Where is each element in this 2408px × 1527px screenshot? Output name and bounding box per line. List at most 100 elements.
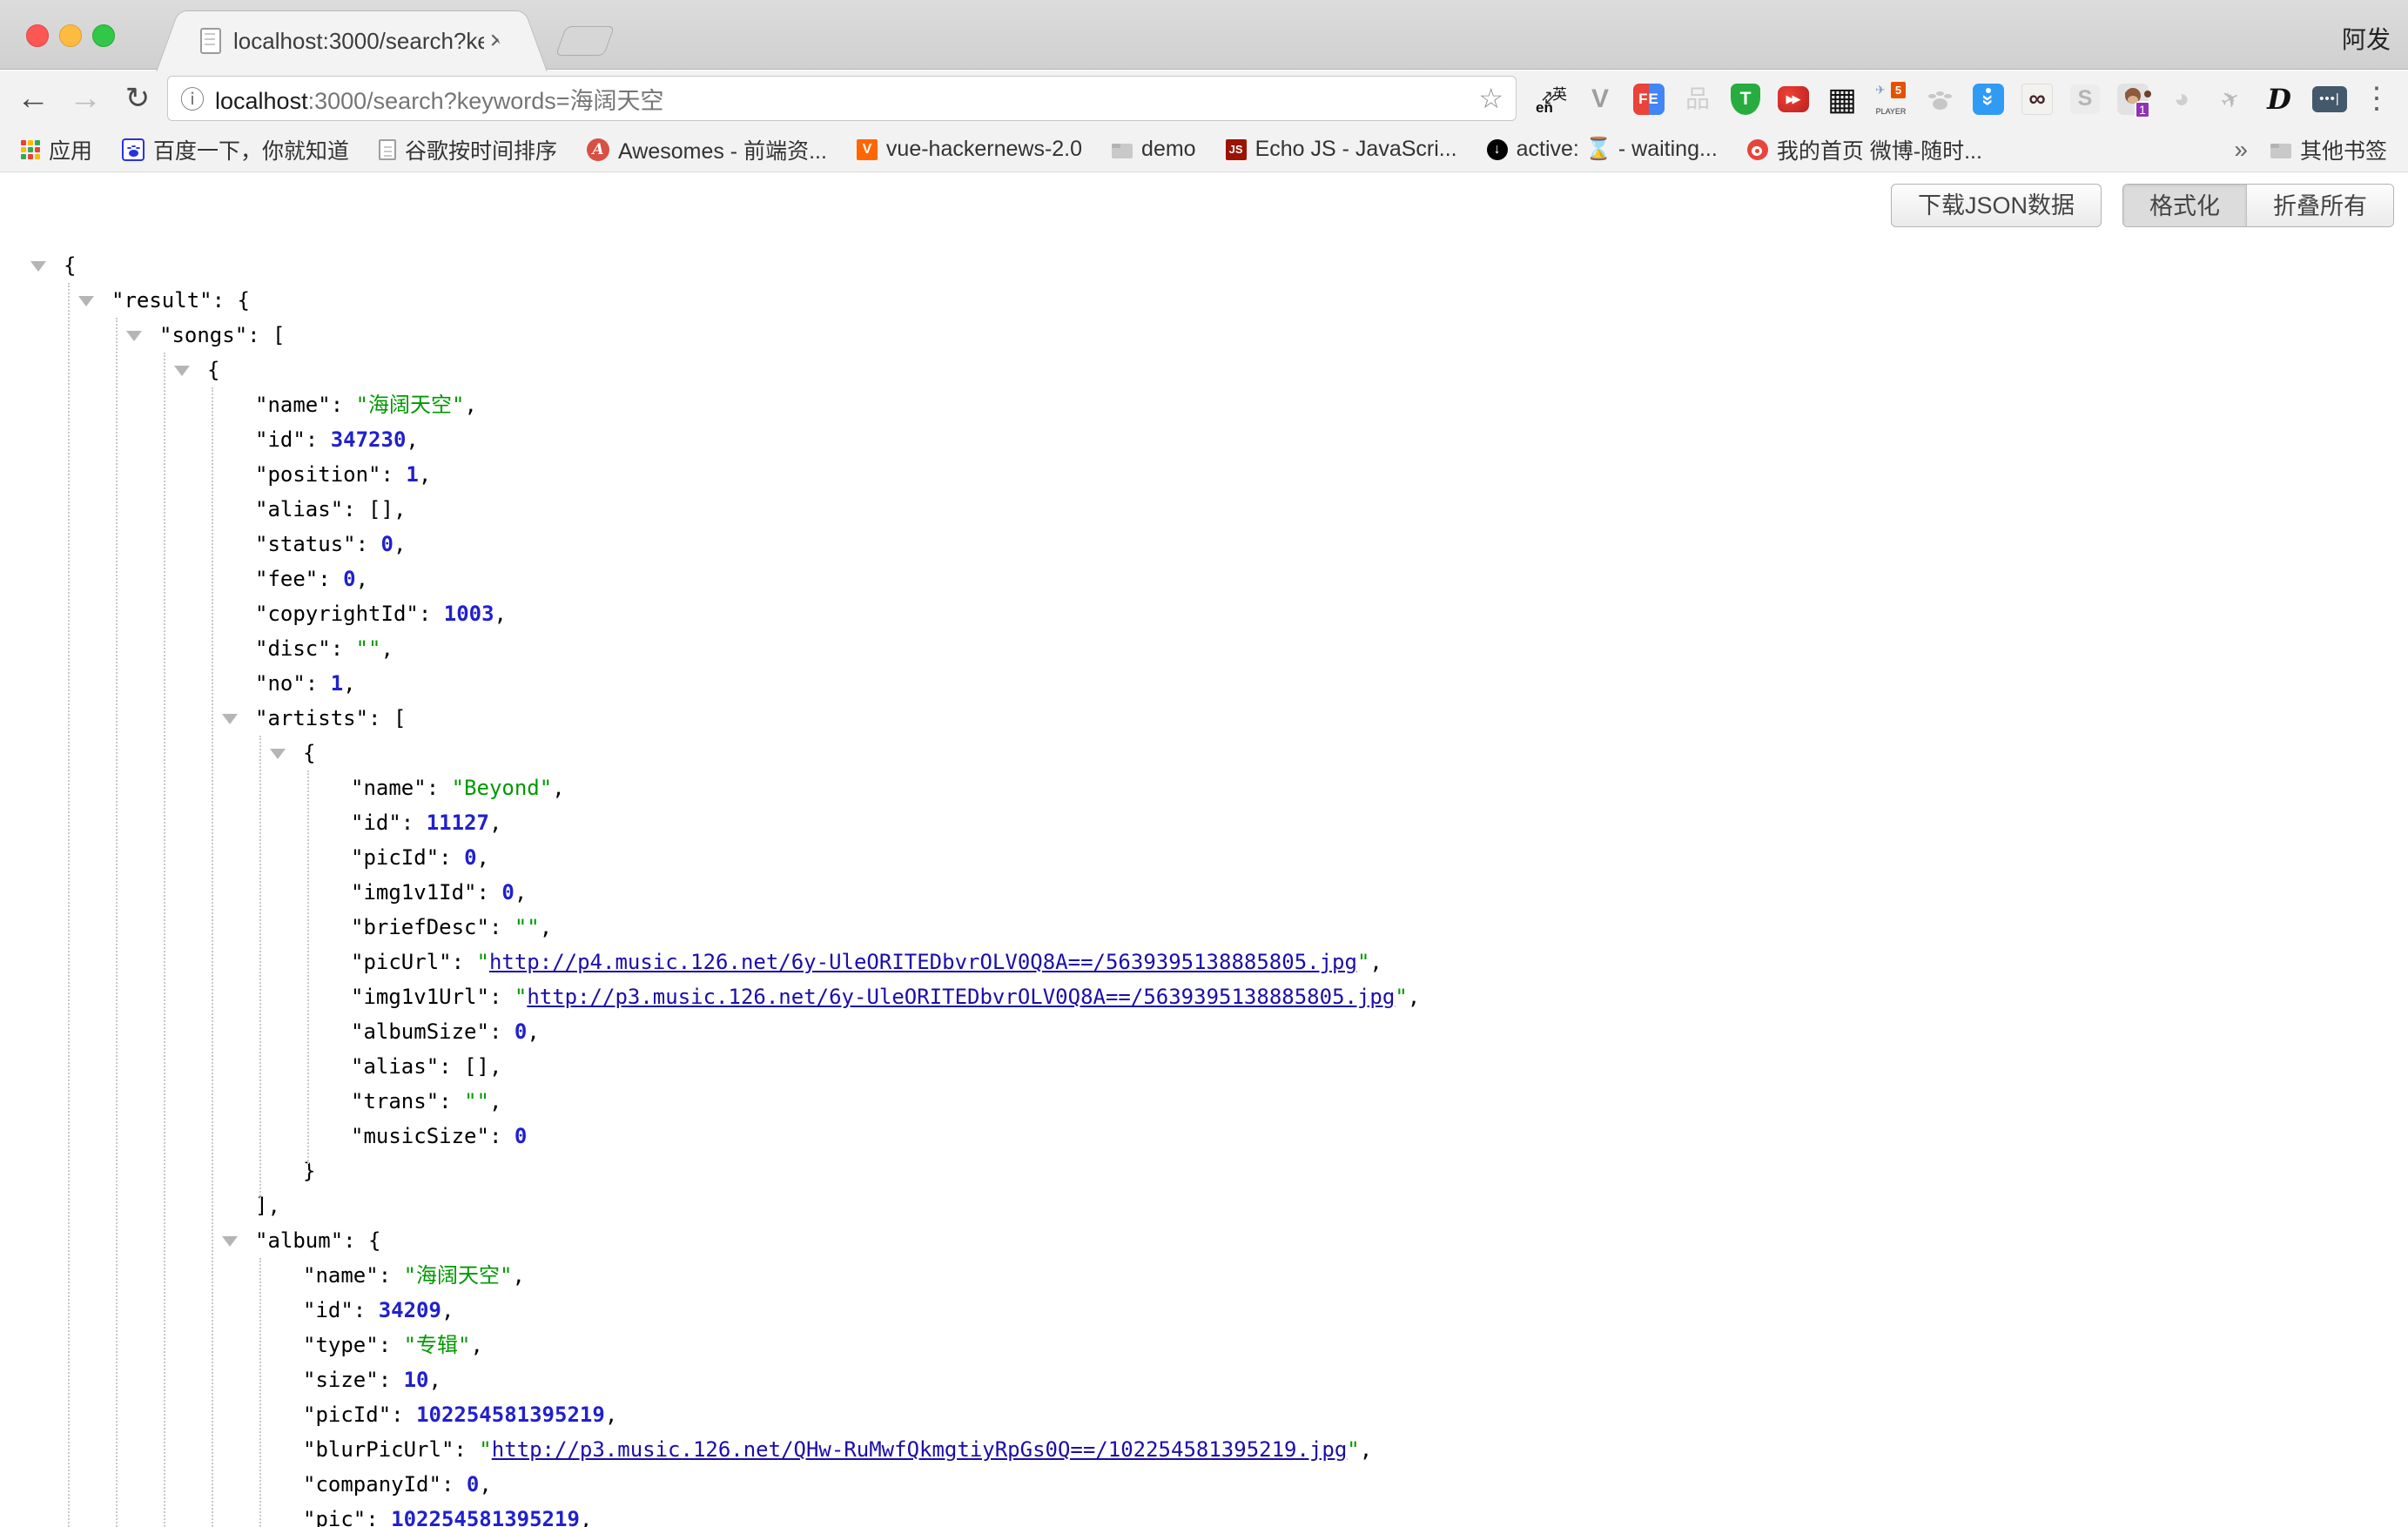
json-line: "musicSize": 0 (0, 1119, 2408, 1154)
reload-button-icon[interactable]: ↻ (115, 76, 160, 121)
vue-devtools-extension-icon-glyph: V (1591, 86, 1609, 112)
collapse-triangle-icon[interactable] (222, 1236, 238, 1247)
json-token: "" (464, 1089, 489, 1113)
json-line: "size": 10, (0, 1362, 2408, 1397)
shield-t-extension-icon[interactable]: T (1731, 84, 1760, 115)
browser-menu-icon[interactable]: ⋮ (2358, 76, 2396, 121)
bookmark-demo[interactable]: demo (1112, 137, 1196, 162)
json-token: "pic" (303, 1507, 366, 1527)
bookmark-active[interactable]: ↓active: ⌛ - waiting... (1487, 137, 1718, 162)
d-extension-icon[interactable]: D (2263, 82, 2295, 117)
paw-extension-icon[interactable] (1924, 82, 1955, 117)
json-token: " (515, 985, 527, 1009)
mask-extension-icon[interactable]: ∞ (2021, 84, 2053, 115)
qr-code-extension-icon[interactable]: ▦ (1826, 82, 1858, 117)
forward-button-icon: → (63, 76, 108, 121)
bookmark-star-icon[interactable]: ☆ (1478, 82, 1503, 115)
collapse-triangle-icon[interactable] (30, 261, 46, 272)
json-token: : { (212, 288, 250, 313)
bookmark-vue-hackernews-label: vue-hackernews-2.0 (886, 137, 1082, 162)
back-button-icon[interactable]: ← (10, 76, 56, 121)
tab-title: localhost:3000/search?keywor (233, 28, 484, 55)
bookmark-awesomes[interactable]: AAwesomes - 前端资... (587, 134, 827, 165)
bookmarks-overflow-icon[interactable]: » (2234, 136, 2248, 164)
sitemap-extension-icon[interactable]: 品 (1682, 82, 1713, 117)
collapse-triangle-icon[interactable] (270, 749, 286, 759)
json-line: "blurPicUrl": "http://p3.music.126.net/Q… (0, 1432, 2408, 1467)
json-token: , (527, 1019, 539, 1044)
translate-extension-icon[interactable]: en英 (1536, 82, 1567, 117)
folder-icon (2270, 144, 2291, 158)
json-token: : (452, 950, 477, 974)
json-token: "trans" (351, 1089, 439, 1113)
html5-player-extension-icon[interactable]: 5PLAYER (1875, 82, 1907, 117)
translate-extension-icon-glyph: en (1536, 100, 1553, 115)
json-token: "picId" (303, 1403, 391, 1427)
json-line: "img1v1Id": 0, (0, 875, 2408, 910)
zoom-window-button[interactable] (92, 24, 115, 47)
json-token: "picId" (351, 845, 439, 870)
bookmark-weibo[interactable]: 我的首页 微博-随时... (1747, 134, 1982, 165)
collapse-triangle-icon[interactable] (78, 296, 94, 306)
json-token: 34209 (379, 1298, 441, 1322)
active-tab[interactable]: localhost:3000/search?keywor × (186, 10, 517, 71)
json-token: , (356, 567, 368, 591)
json-token: : (353, 1298, 379, 1322)
bird-extension-icon[interactable]: ✈ (2215, 82, 2246, 117)
tree-guide-line (68, 283, 70, 1527)
collapse-triangle-icon[interactable] (174, 366, 190, 376)
other-bookmarks-folder[interactable]: 其他书签 (2270, 134, 2387, 165)
new-tab-button[interactable] (555, 26, 615, 56)
collapse-triangle-icon[interactable] (222, 714, 238, 724)
qr-code-extension-icon-glyph: ▦ (1827, 84, 1857, 115)
bookmark-vue-hackernews[interactable]: Vvue-hackernews-2.0 (857, 137, 1082, 162)
blue-download-extension-icon[interactable]: » (1973, 84, 2004, 115)
html5-player-extension-icon-sub: PLAYER (1875, 107, 1907, 116)
json-link[interactable]: http://p3.music.126.net/QHw-RuMwfQkmgtiy… (492, 1437, 1348, 1462)
minimize-window-button[interactable] (59, 24, 82, 47)
json-token: "" (356, 636, 381, 661)
json-line: "picId": 0, (0, 840, 2408, 875)
vue-devtools-extension-icon[interactable]: V (1584, 82, 1616, 117)
collapse-triangle-icon[interactable] (126, 331, 142, 341)
close-window-button[interactable] (26, 24, 49, 47)
bookmark-apps[interactable]: 应用 (21, 134, 92, 165)
json-token: 0 (381, 532, 393, 556)
fe-extension-icon[interactable]: FE (1633, 84, 1665, 115)
bookmark-demo-label: demo (1141, 137, 1196, 162)
s-extension-icon-glyph: S (2078, 88, 2093, 110)
profile-name[interactable]: 阿发 (2342, 21, 2391, 56)
json-token: 347230 (331, 427, 407, 452)
json-link[interactable]: http://p3.music.126.net/6y-UleORITEDbvrO… (527, 985, 1395, 1009)
s-extension-icon[interactable]: S (2070, 84, 2100, 114)
weibo-gray-extension-icon[interactable]: ◕ (2166, 82, 2197, 117)
json-token: , (580, 1507, 592, 1527)
fast-forward-extension-icon[interactable]: ▶▶ (1778, 86, 1809, 112)
json-token: : (366, 1507, 391, 1527)
url-text[interactable]: localhost:3000/search?keywords=海阔天空 (215, 82, 1468, 116)
bookmark-echojs[interactable]: JSEcho JS - JavaScri... (1226, 137, 1457, 162)
page-info-icon[interactable]: ⓘ (180, 81, 205, 116)
bookmark-google-sort-label: 谷歌按时间排序 (405, 134, 557, 165)
bookmark-google-sort[interactable]: 谷歌按时间排序 (379, 134, 557, 165)
folder-icon (1112, 144, 1133, 158)
json-token: : [], (343, 497, 406, 521)
bird-extension-icon-glyph: ✈ (2216, 84, 2243, 113)
json-token: : (439, 1089, 464, 1113)
json-token: 0 (467, 1472, 479, 1497)
format-button[interactable]: 格式化 (2123, 185, 2246, 227)
page-content: 下载JSON数据 格式化 折叠所有 {"result": {"songs": [… (0, 173, 2408, 1527)
json-token: : (391, 1403, 416, 1427)
download-json-button[interactable]: 下载JSON数据 (1891, 184, 2102, 227)
tab-close-icon[interactable]: × (484, 28, 510, 54)
collapse-all-button[interactable]: 折叠所有 (2246, 185, 2393, 227)
translate-extension-icon-sub: 英 (1552, 82, 1567, 104)
address-bar[interactable]: ⓘ localhost:3000/search?keywords=海阔天空 ☆ (167, 76, 1517, 121)
json-line: "img1v1Url": "http://p3.music.126.net/6y… (0, 979, 2408, 1014)
bookmark-baidu[interactable]: 百度一下，你就知道 (122, 134, 349, 165)
json-link[interactable]: http://p4.music.126.net/6y-UleORITEDbvrO… (489, 950, 1357, 974)
json-token: "position" (255, 462, 381, 487)
bookmark-apps-label: 应用 (49, 134, 92, 165)
tampermonkey-extension-icon[interactable]: 1 (2117, 84, 2149, 115)
password-extension-icon[interactable]: •••| (2312, 86, 2347, 112)
